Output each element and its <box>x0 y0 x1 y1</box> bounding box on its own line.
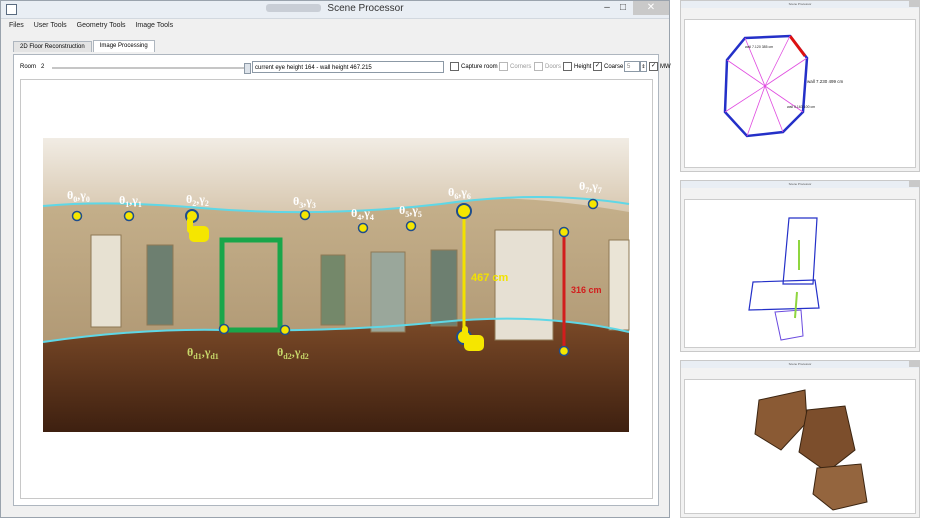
scene-processor-window: Scene Processor – □ ✕ Files User Tools G… <box>0 0 671 518</box>
wall-height-label: 316 cm <box>571 285 602 295</box>
status-field[interactable]: current eye height 164 - wall height 467… <box>252 61 444 73</box>
corner-handle[interactable] <box>405 220 417 232</box>
close-button[interactable] <box>909 361 919 367</box>
thumbnail-tabs <box>681 193 919 198</box>
thumbnail-title: Scene Processor <box>788 182 812 186</box>
door-handle[interactable] <box>279 324 291 336</box>
coarse-spinbox[interactable]: 5 <box>624 61 640 72</box>
room-slider[interactable] <box>52 63 251 74</box>
corner-handle[interactable] <box>299 209 311 221</box>
corner-handle[interactable] <box>587 198 599 210</box>
spinbox-arrows[interactable]: ⇕ <box>640 61 647 72</box>
corners-checkbox[interactable]: Corners <box>499 62 531 71</box>
floorplan-view: wall 7.230 499 cm wall 5.163 100 cm wall… <box>684 19 916 168</box>
corner-handle[interactable] <box>456 203 472 219</box>
coarse-checkbox[interactable]: ✓ Coarse <box>593 62 623 71</box>
tab-bar: 2D Floor Reconstruction Image Processing <box>13 40 156 54</box>
thumbnail-tabs <box>681 13 919 18</box>
wall-label: wall 7.230 499 cm <box>807 79 844 84</box>
thumbnail-tabs <box>681 373 919 378</box>
blurred-title-prefix <box>266 4 322 13</box>
close-button[interactable]: ✕ <box>633 1 669 15</box>
image-processing-panel: Room 2 current eye height 164 - wall hei… <box>13 54 671 506</box>
thumbnail-title: Scene Processor <box>788 362 812 366</box>
thumbnail-floorplan[interactable]: Scene Processor wall 7.230 499 cm wall 5… <box>680 0 920 172</box>
corner-handle[interactable] <box>71 210 83 222</box>
capture-room-checkbox[interactable]: Capture room <box>450 62 498 71</box>
thumbnail-3d-model[interactable]: Scene Processor <box>680 360 920 518</box>
panorama-canvas[interactable]: θ0,γ0 θ1,γ1 θ2,γ2 θ3,γ3 θ4,γ4 θ5,γ5 θ6,γ… <box>21 80 652 498</box>
menu-geometry-tools[interactable]: Geometry Tools <box>77 22 126 29</box>
model-3d-view <box>684 379 916 514</box>
floorplan-canvas: wall 7.230 499 cm wall 5.163 100 cm wall… <box>723 34 844 138</box>
menu-files[interactable]: Files <box>9 22 24 29</box>
menu-bar: Files User Tools Geometry Tools Image To… <box>1 19 669 33</box>
room-label: Room <box>20 64 37 70</box>
corner-handle[interactable] <box>357 222 369 234</box>
mw-checkbox[interactable]: ✓ MW <box>649 62 671 71</box>
door-handle[interactable] <box>218 323 230 335</box>
title-bar: Scene Processor – □ ✕ <box>1 1 669 19</box>
height-label: 467 cm <box>471 272 509 284</box>
model-3d-canvas <box>754 389 868 511</box>
close-button[interactable] <box>909 1 919 7</box>
thumbnail-multiroom[interactable]: Scene Processor <box>680 180 920 352</box>
slider-thumb[interactable] <box>244 63 251 74</box>
close-button[interactable] <box>909 181 919 187</box>
wall-bottom-handle[interactable] <box>558 345 570 357</box>
window-title: Scene Processor <box>327 3 404 14</box>
multiroom-view <box>684 199 916 348</box>
thumbnail-title: Scene Processor <box>788 2 812 6</box>
multiroom-canvas <box>748 217 820 341</box>
corner-handle[interactable] <box>123 210 135 222</box>
height-checkbox[interactable]: Height <box>563 62 591 71</box>
menu-image-tools[interactable]: Image Tools <box>135 22 173 29</box>
wall-label: wall 7.120 385 cm <box>745 45 773 49</box>
menu-user-tools[interactable]: User Tools <box>34 22 67 29</box>
maximize-button[interactable]: □ <box>613 1 633 15</box>
tab-2d-floor-reconstruction[interactable]: 2D Floor Reconstruction <box>13 41 92 52</box>
tab-image-processing[interactable]: Image Processing <box>92 40 155 52</box>
panorama-view: θ0,γ0 θ1,γ1 θ2,γ2 θ3,γ3 θ4,γ4 θ5,γ5 θ6,γ… <box>20 79 653 499</box>
wall-label: wall 5.163 100 cm <box>787 105 815 109</box>
thumbnail-column: Scene Processor wall 7.230 499 cm wall 5… <box>680 0 926 518</box>
room-value: 2 <box>41 64 45 70</box>
controls-row: Room 2 current eye height 164 - wall hei… <box>20 60 671 74</box>
doors-checkbox[interactable]: Doors <box>534 62 561 71</box>
wall-top-handle[interactable] <box>558 226 570 238</box>
panorama-image <box>43 138 630 432</box>
